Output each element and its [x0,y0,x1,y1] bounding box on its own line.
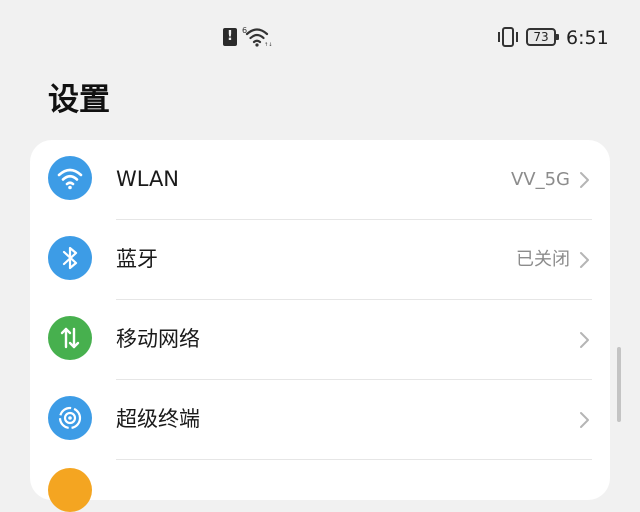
next-setting-icon[interactable] [48,468,92,512]
alert-icon: ! [223,28,237,46]
chevron-right-icon [580,412,589,428]
setting-row-super-device[interactable]: 超级终端 [30,380,610,460]
battery-indicator: 73 [526,28,559,46]
wifi-6-icon: 6 ↑↓ [242,26,272,48]
chevron-right-icon [580,252,589,268]
setting-label: 超级终端 [116,407,200,431]
svg-text:↑↓: ↑↓ [264,42,272,48]
settings-card: WLAN VV_5G 蓝牙 已关闭 移动网络 超级终端 [30,140,610,500]
scrollbar[interactable] [617,347,621,422]
setting-label: 蓝牙 [116,247,158,271]
chevron-right-icon [580,172,589,188]
status-time: 6:51 [566,27,609,49]
wifi-icon [48,156,92,200]
super-device-icon [48,396,92,440]
setting-label: WLAN [116,167,180,191]
divider [116,459,592,460]
bluetooth-icon [48,236,92,280]
setting-label: 移动网络 [116,327,200,351]
setting-row-bluetooth[interactable]: 蓝牙 已关闭 [30,220,610,300]
setting-row-wlan[interactable]: WLAN VV_5G [30,140,610,220]
page-title: 设置 [48,82,110,118]
status-bar: ! 6 ↑↓ 73 6:51 [0,0,640,70]
setting-value: 已关闭 [516,249,570,270]
chevron-right-icon [580,332,589,348]
vibrate-icon [498,27,518,47]
setting-row-mobile-network[interactable]: 移动网络 [30,300,610,380]
setting-value: VV_5G [510,169,570,190]
mobile-data-icon [48,316,92,360]
